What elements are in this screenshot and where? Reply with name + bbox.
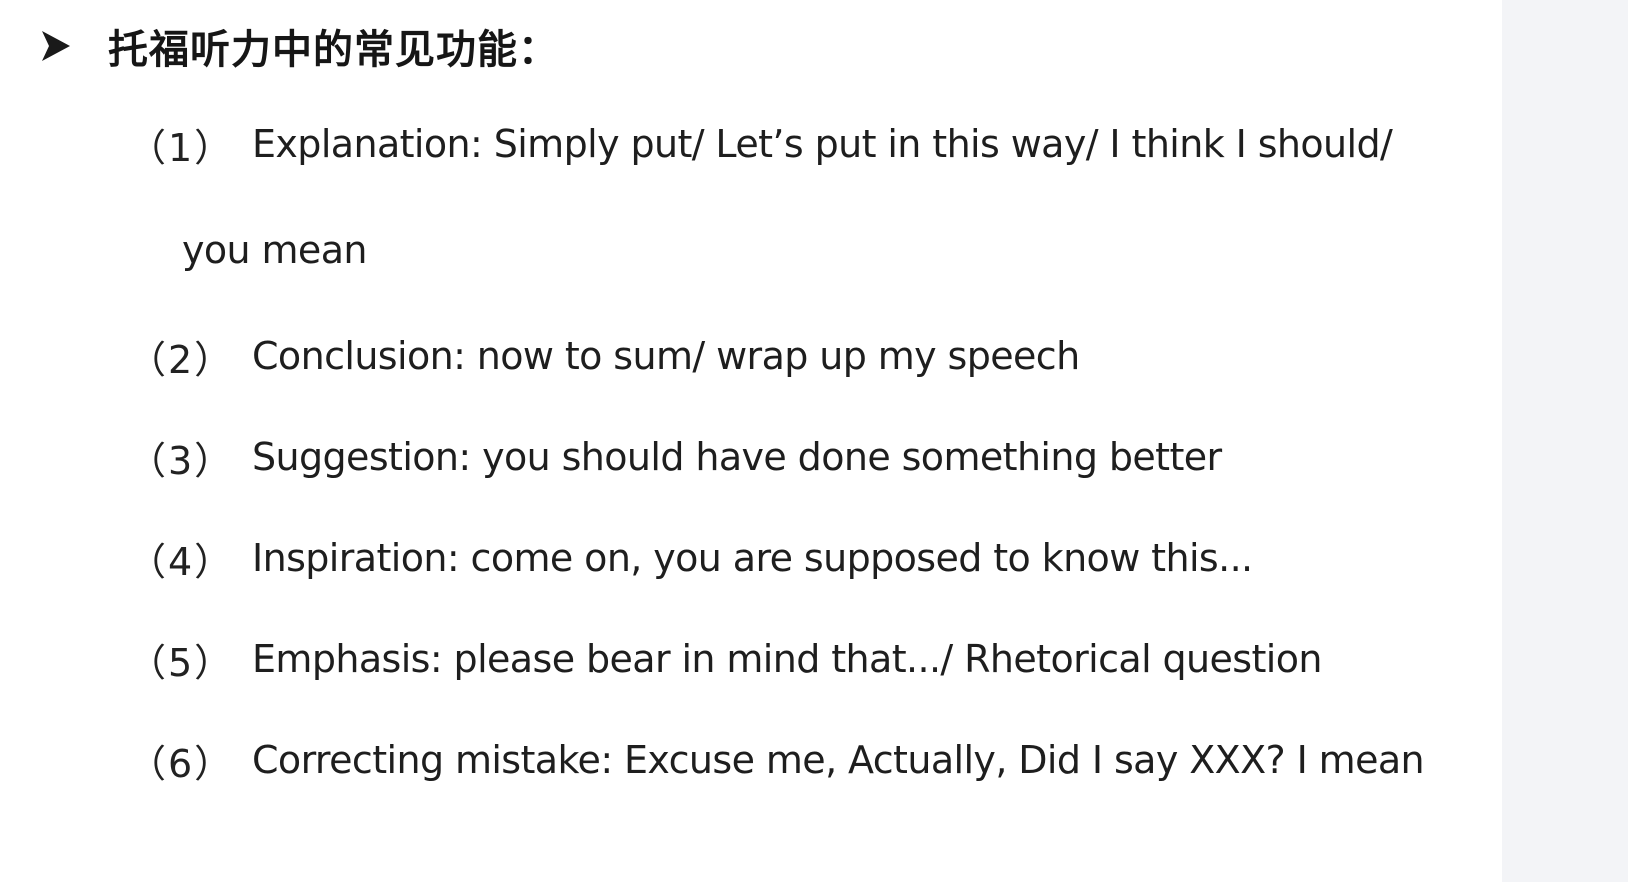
item-text: Inspiration: come on, you are supposed t… — [252, 536, 1253, 580]
list-item: （2） Conclusion: now to sum/ wrap up my s… — [128, 324, 1080, 388]
item-number: （3） — [128, 438, 235, 483]
side-panel — [1502, 0, 1628, 882]
item-text: Conclusion: now to sum/ wrap up my speec… — [252, 334, 1080, 378]
item-continuation: you mean — [182, 228, 367, 272]
item-text: Suggestion: you should have done somethi… — [252, 435, 1222, 479]
list-item: （5） Emphasis: please bear in mind that..… — [128, 627, 1323, 691]
item-text: Correcting mistake: Excuse me, Actually,… — [252, 738, 1425, 782]
list-item: （6） Correcting mistake: Excuse me, Actua… — [128, 728, 1425, 792]
item-number: （4） — [128, 539, 235, 584]
item-number: （6） — [128, 741, 235, 786]
section-heading: 托福听力中的常见功能： — [40, 14, 559, 78]
document-page: 托福听力中的常见功能： （1） Explanation: Simply put/… — [0, 0, 1502, 882]
list-item: （4） Inspiration: come on, you are suppos… — [128, 526, 1253, 590]
heading-text: 托福听力中的常见功能： — [108, 27, 559, 73]
item-number: （5） — [128, 640, 235, 685]
item-text: Explanation: Simply put/ Let’s put in th… — [252, 122, 1393, 166]
item-number: （1） — [128, 125, 235, 170]
item-text: Emphasis: please bear in mind that.../ R… — [252, 637, 1323, 681]
list-item: （1） Explanation: Simply put/ Let’s put i… — [128, 112, 1393, 176]
arrowhead-bullet-icon — [40, 28, 72, 64]
list-item: （3） Suggestion: you should have done som… — [128, 425, 1222, 489]
item-number: （2） — [128, 337, 235, 382]
